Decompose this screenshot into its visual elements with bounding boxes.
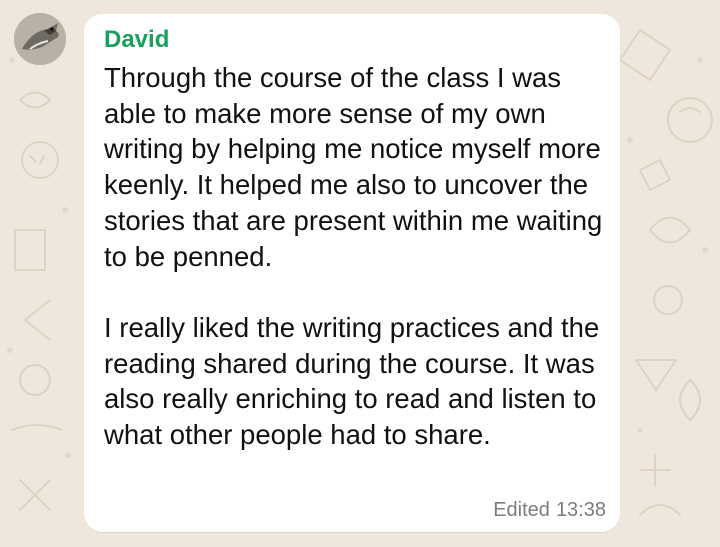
- edited-label: Edited: [493, 499, 550, 521]
- message-meta: Edited 13:38: [493, 499, 606, 522]
- message-bubble[interactable]: David Through the course of the class I …: [84, 14, 620, 532]
- message-paragraph: I really liked the writing practices and…: [104, 311, 600, 451]
- sender-name[interactable]: David: [104, 26, 169, 54]
- avatar-photo: [14, 13, 66, 65]
- message-text: Through the course of the class I was ab…: [104, 60, 614, 453]
- avatar[interactable]: [14, 13, 66, 65]
- message-timestamp: 13:38: [555, 499, 606, 521]
- message-paragraph: Through the course of the class I was ab…: [104, 62, 603, 272]
